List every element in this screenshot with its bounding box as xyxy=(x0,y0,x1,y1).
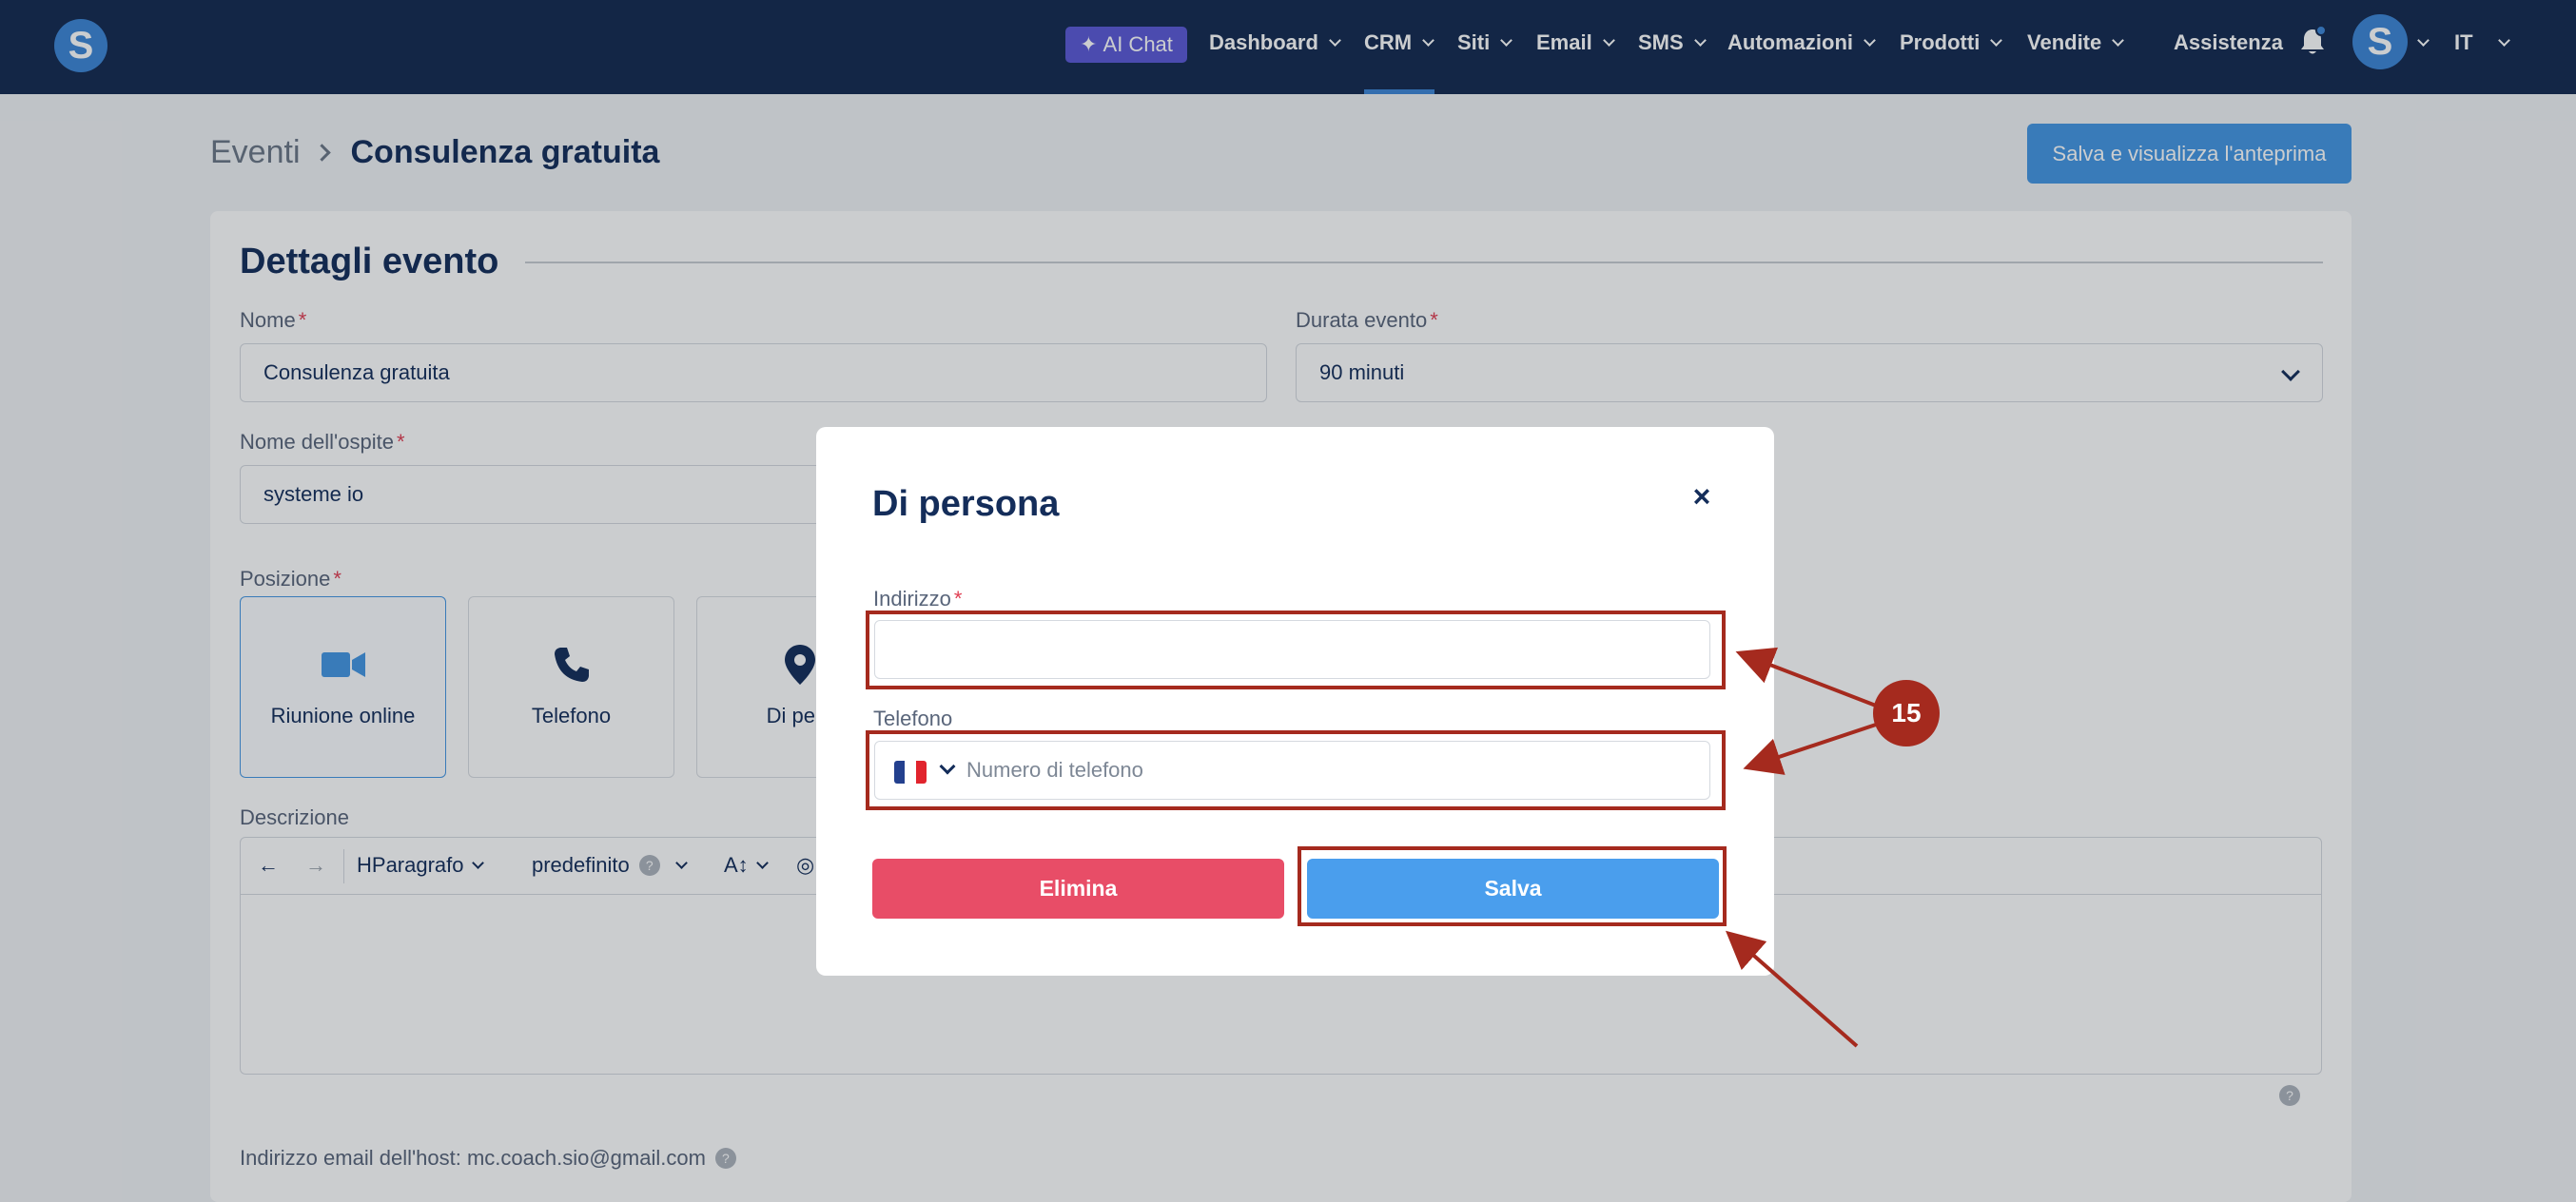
close-icon[interactable]: × xyxy=(1688,479,1716,514)
highlight-save xyxy=(1298,846,1727,926)
highlight-phone xyxy=(866,730,1726,810)
delete-button[interactable]: Elimina xyxy=(872,859,1284,919)
highlight-address xyxy=(866,611,1726,689)
address-label: Indirizzo * xyxy=(873,587,963,611)
phone-label: Telefono xyxy=(873,707,953,730)
modal-title: Di persona xyxy=(872,484,1060,524)
step-badge: 15 xyxy=(1873,680,1940,746)
